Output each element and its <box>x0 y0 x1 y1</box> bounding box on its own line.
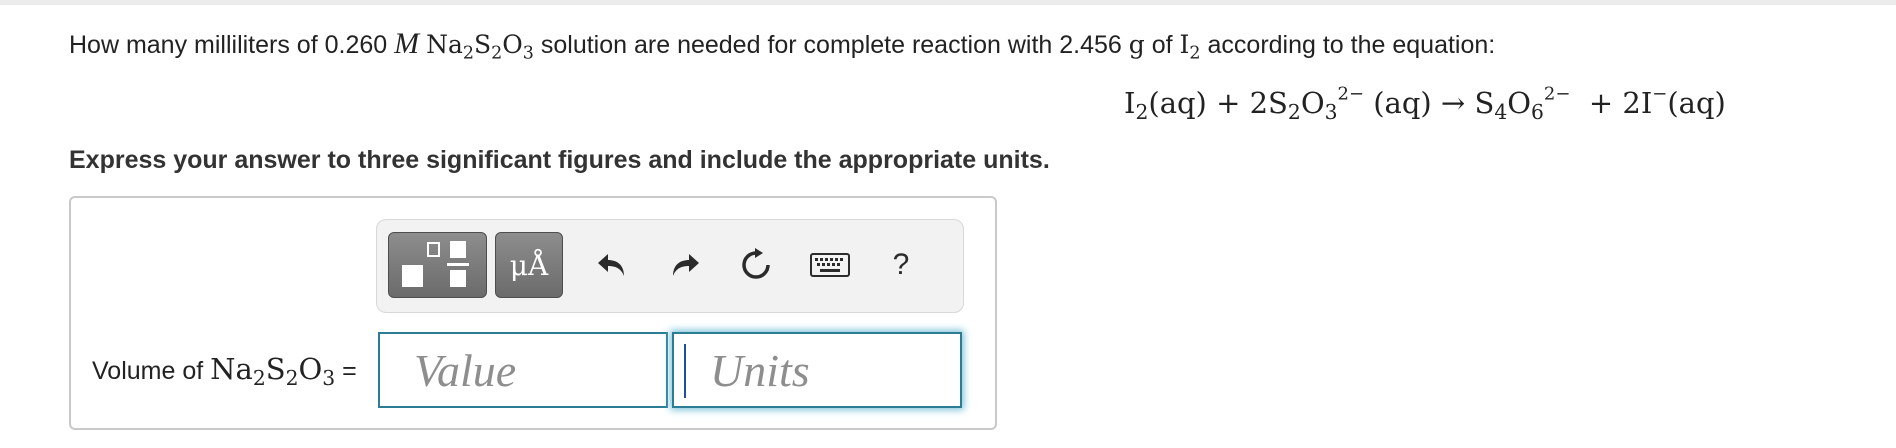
iodine-formula: I2 <box>1179 30 1201 64</box>
question-prefix: How many milliliters of 0.260 <box>69 31 388 59</box>
reaction-equation: I2(aq) + 2S2O32− (aq) → S4O62− + 2I−(aq) <box>1124 83 1726 125</box>
equals-sign: = <box>342 357 357 385</box>
question-middle: solution are needed for complete reactio… <box>540 31 1122 59</box>
answer-label-formula: Na2S2O3 <box>210 352 336 391</box>
math-toolbar: μÅ ? <box>376 219 964 313</box>
grams-unit: g <box>1128 30 1145 59</box>
answer-label-prefix: Volume of <box>92 357 204 385</box>
question-of: of <box>1151 31 1173 59</box>
molarity-unit: M <box>394 27 420 60</box>
answer-label: Volume of Na2S2O3 = <box>92 352 357 391</box>
question-suffix: according to the equation: <box>1207 31 1496 59</box>
help-label: ? <box>892 248 910 281</box>
units-input[interactable]: Units <box>672 332 962 408</box>
redo-icon[interactable] <box>656 232 712 298</box>
value-placeholder: Value <box>414 344 517 396</box>
reagent-formula: Na2S2O3 <box>426 30 534 64</box>
undo-icon[interactable] <box>585 232 641 298</box>
units-button-label: μÅ <box>509 248 549 282</box>
top-border <box>0 0 1896 5</box>
question-text: How many milliliters of 0.260 M Na2S2O3 … <box>69 27 1496 64</box>
templates-icon[interactable] <box>388 232 487 298</box>
keyboard-icon[interactable] <box>798 232 862 298</box>
value-input[interactable]: Value <box>378 332 668 408</box>
help-icon[interactable]: ? <box>873 232 929 298</box>
instruction-text: Express your answer to three significant… <box>69 146 1050 174</box>
templates-icon-graphic <box>402 241 469 287</box>
units-icon[interactable]: μÅ <box>495 232 563 298</box>
text-caret <box>684 344 686 398</box>
units-placeholder: Units <box>710 344 810 396</box>
reset-icon[interactable] <box>728 232 784 298</box>
